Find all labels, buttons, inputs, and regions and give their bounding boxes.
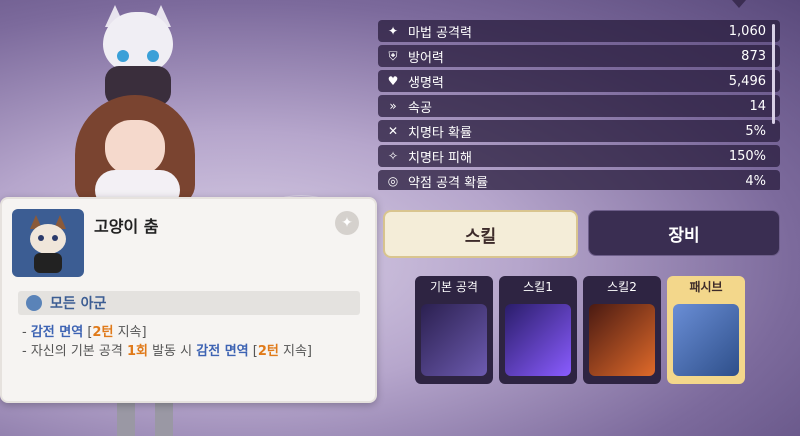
stat-row-defense: ⛨ 방어력 873 (378, 45, 780, 67)
skill-label: 스킬1 (523, 280, 553, 294)
skill-description: - 감전 면역 [2턴 지속] - 자신의 기본 공격 1회 발동 시 감전 면… (22, 323, 357, 361)
weak-icon: ◎ (387, 174, 399, 188)
crit-damage-icon: ✧ (387, 149, 399, 163)
fire-skill-icon (589, 304, 655, 376)
stat-value: 5% (745, 123, 766, 139)
character-face (105, 120, 165, 175)
stat-label: 속공 (408, 100, 432, 116)
stat-label: 치명타 확률 (408, 125, 472, 141)
stat-label: 치명타 피해 (408, 150, 472, 166)
stat-row-magic-attack: ✦ 마법 공격력 1,060 (378, 20, 780, 42)
stat-value: 4% (745, 173, 766, 189)
stat-row-speed: » 속공 14 (378, 95, 780, 117)
stat-row-hp: ♥ 생명력 5,496 (378, 70, 780, 92)
lightning-skill-icon (505, 304, 571, 376)
stat-label: 마법 공격력 (408, 25, 472, 41)
stat-label: 방어력 (408, 50, 444, 66)
collapse-chevron-icon[interactable] (732, 0, 746, 8)
speed-icon: » (389, 99, 397, 113)
ally-icon (26, 295, 42, 311)
sword-skill-icon (421, 304, 487, 376)
tab-skill[interactable]: 스킬 (383, 210, 578, 258)
stat-label: 약점 공격 확률 (408, 175, 489, 191)
description-line-2: - 자신의 기본 공격 1회 발동 시 감전 면역 [2턴 지속] (22, 344, 312, 359)
skill-label: 스킬2 (607, 280, 637, 294)
skill-label: 패시브 (689, 280, 723, 294)
crit-icon: ✕ (387, 124, 399, 138)
stat-value: 5,496 (728, 73, 766, 89)
cat-eye-right (147, 50, 159, 62)
stat-label: 생명력 (408, 75, 444, 91)
stat-value: 873 (741, 48, 766, 64)
wand-icon: ✦ (387, 24, 399, 38)
stat-row-weak-attack: ◎ 약점 공격 확률 4% (378, 170, 780, 190)
description-line-1: - 감전 면역 [2턴 지속] (22, 325, 147, 340)
skill-card-skill2[interactable]: 스킬2 (583, 276, 661, 384)
skill-title: 고양이 춤 (94, 217, 159, 236)
skill-card-skill1[interactable]: 스킬1 (499, 276, 577, 384)
stat-value: 1,060 (728, 23, 766, 39)
cat-pet-head (103, 12, 173, 72)
shield-icon: ⛨ (388, 48, 398, 63)
stats-panel: ✦ 마법 공격력 1,060 ⛨ 방어력 873 ♥ 생명력 5,496 » 속… (378, 20, 780, 190)
tab-equipment[interactable]: 장비 (588, 210, 780, 256)
cat-eye-left (117, 50, 129, 62)
skill-card-basic-attack[interactable]: 기본 공격 (415, 276, 493, 384)
stat-value: 14 (749, 98, 766, 114)
stats-scrollbar[interactable] (772, 24, 775, 124)
skill-label: 기본 공격 (430, 280, 478, 294)
cat-passive-skill-icon (673, 304, 739, 376)
stat-row-crit-rate: ✕ 치명타 확률 5% (378, 120, 780, 142)
skill-target-bar: 모든 아군 (18, 291, 360, 315)
close-icon[interactable]: ✦ (335, 211, 359, 235)
stat-value: 150% (728, 148, 766, 164)
cat-portrait-icon (12, 209, 84, 277)
heart-icon: ♥ (387, 74, 399, 88)
stat-row-crit-damage: ✧ 치명타 피해 150% (378, 145, 780, 167)
skill-target-label: 모든 아군 (50, 296, 107, 312)
skill-tooltip-card: 고양이 춤 ✦ 모든 아군 - 감전 면역 [2턴 지속] - 자신의 기본 공… (0, 197, 377, 403)
skill-card-passive[interactable]: 패시브 (667, 276, 745, 384)
